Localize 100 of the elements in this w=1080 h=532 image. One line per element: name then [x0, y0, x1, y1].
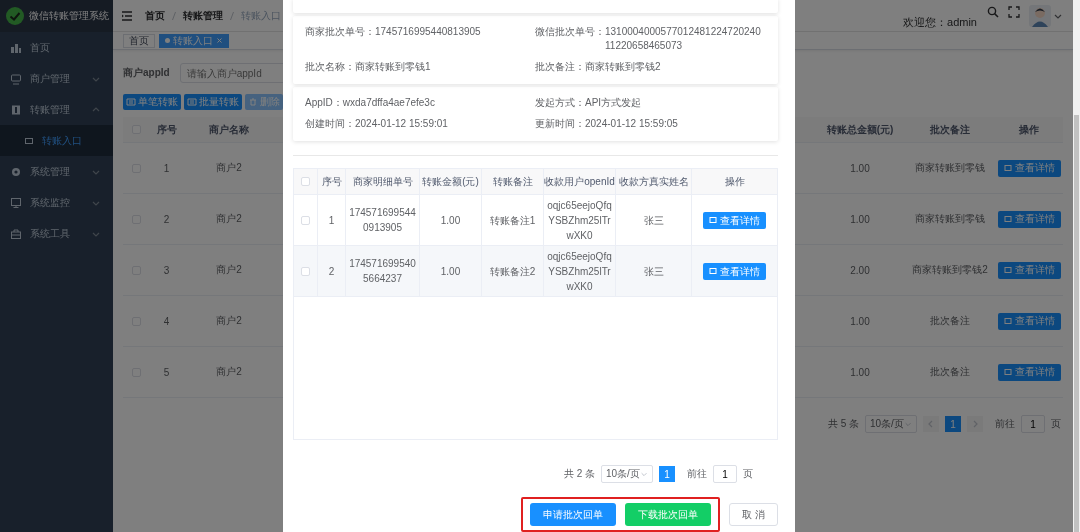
page-button[interactable]: 1 — [659, 466, 675, 482]
checkbox[interactable] — [301, 177, 310, 186]
separator-icon — [229, 10, 235, 21]
table-cell: 商户2 — [216, 365, 242, 379]
trash-icon — [248, 97, 258, 107]
field-label: 微信批次单号： — [535, 25, 605, 39]
table-cell: 商户2 — [216, 263, 242, 277]
field-label: 批次备注： — [535, 60, 585, 74]
table-cell: 商户2 — [216, 161, 242, 175]
page-button[interactable]: 1 — [945, 416, 961, 432]
document-icon — [1003, 368, 1012, 376]
page-input[interactable]: 1 — [1021, 415, 1045, 433]
gear-icon — [10, 165, 22, 178]
toolbar-button[interactable]: 单笔转账 — [123, 94, 181, 110]
scrollbar[interactable] — [1073, 0, 1080, 532]
field-label: AppID： — [305, 96, 343, 110]
window-icon — [24, 135, 34, 146]
page-input[interactable]: 1 — [713, 465, 737, 483]
field-value: 2024-01-12 15:59:05 — [585, 117, 678, 131]
view-details-button[interactable]: 查看详情 — [997, 159, 1061, 177]
field-label: 批次名称： — [305, 60, 355, 74]
document-icon — [187, 97, 197, 107]
table-cell: 商户2 — [216, 314, 242, 328]
submenu-item[interactable]: 转账入口 — [0, 125, 113, 156]
breadcrumb-item[interactable]: 转账管理 — [183, 8, 223, 23]
menu-item[interactable]: 首页 — [0, 32, 113, 63]
document-icon — [709, 216, 717, 224]
table-cell-text: 1.00 — [440, 264, 461, 279]
previous-page-button[interactable] — [923, 416, 939, 432]
table-cell-text: 1745716995405664237 — [349, 257, 416, 286]
toolbar-button[interactable]: 批量转账 — [184, 94, 242, 110]
document-icon — [709, 267, 717, 275]
separator-icon — [171, 10, 177, 21]
field-label: 商家批次单号： — [305, 25, 375, 39]
field-value: 2024-01-12 15:59:01 — [355, 117, 448, 131]
table-cell-text: oqjc65eejoQfqYSBZhm25lTrwXK0 — [547, 249, 612, 294]
monitor-icon — [10, 72, 22, 85]
column-header: 商家明细单号 — [352, 175, 413, 189]
table-cell-text: 转账备注1 — [489, 213, 536, 228]
footer-button[interactable]: 申请批次回单 — [530, 503, 617, 526]
column-header: 收款方真实姓名 — [618, 175, 689, 189]
document-icon — [1003, 215, 1012, 223]
table-cell-text: oqjc65eejoQfqYSBZhm25lTrwXK0 — [547, 198, 612, 243]
view-details-button[interactable]: 查看详情 — [997, 261, 1061, 279]
fullscreen-icon[interactable] — [1008, 5, 1020, 18]
column-header: 序号 — [321, 175, 342, 189]
table-cell: 商家转账到零钱 — [915, 161, 985, 175]
goto-label: 前往 — [995, 417, 1015, 431]
field-value: 商家转账到零钱2 — [585, 60, 661, 74]
view-details-button[interactable]: 查看详情 — [703, 262, 766, 280]
tab[interactable]: 转账入口 — [159, 33, 229, 48]
table-cell-text: 转账备注2 — [489, 264, 536, 279]
view-details-button[interactable]: 查看详情 — [703, 211, 766, 229]
table-cell: 批次备注 — [930, 365, 970, 379]
table-cell: 1.00 — [850, 162, 870, 174]
table-cell-text: 1745716995440913905 — [349, 206, 416, 235]
checkbox[interactable] — [301, 266, 310, 276]
column-header: 序号 — [156, 122, 177, 137]
view-details-button[interactable]: 查看详情 — [997, 363, 1061, 381]
table-cell: 批次备注 — [930, 314, 970, 328]
field-value: 1745716995440813905 — [375, 25, 481, 39]
tab[interactable]: 首页 — [123, 33, 155, 48]
table-cell: 2 — [163, 213, 170, 225]
table-cell: 商户2 — [216, 212, 242, 226]
breadcrumb-item[interactable]: 首页 — [145, 8, 165, 23]
column-header: 商户名称 — [209, 122, 249, 137]
close-icon — [216, 37, 223, 44]
menu-icon[interactable] — [121, 9, 133, 22]
total-count: 共 2 条 — [563, 467, 595, 481]
goto-label: 前往 — [687, 467, 707, 481]
column-header: 转账总金额(元) — [826, 122, 894, 137]
field-label: 创建时间： — [305, 117, 355, 131]
table-cell-text: 2 — [328, 264, 335, 279]
document-icon — [1003, 266, 1012, 274]
total-count: 共 5 条 — [827, 417, 859, 431]
table-cell: 1.00 — [850, 213, 870, 225]
scrollbar-thumb[interactable] — [1074, 115, 1079, 532]
footer-button[interactable]: 下载批次回单 — [625, 503, 712, 526]
field-value: 131000400057701248122472024011220658465073 — [605, 25, 762, 53]
app-title: 微信转账管理系统 — [29, 9, 109, 23]
checkbox[interactable] — [301, 215, 310, 225]
page-suffix: 页 — [1051, 417, 1061, 431]
page-size-select[interactable]: 10条/页 — [601, 465, 653, 483]
table-cell-text: 1 — [328, 213, 335, 228]
table-cell: 1.00 — [850, 366, 870, 378]
table-cell-text: 张三 — [643, 264, 664, 279]
footer-button[interactable]: 取 消 — [729, 503, 778, 526]
document-icon — [1003, 164, 1012, 172]
table-cell-text: 1.00 — [440, 213, 461, 228]
page-size-select[interactable]: 10条/页 — [865, 415, 917, 433]
view-details-button[interactable]: 查看详情 — [997, 210, 1061, 228]
field-value: API方式发起 — [585, 96, 642, 110]
avatar-icon[interactable] — [1029, 4, 1051, 27]
table-cell: 商家转账到零钱 — [915, 212, 985, 226]
view-details-button[interactable]: 查看详情 — [997, 312, 1061, 330]
monitor-icon — [10, 196, 22, 209]
column-header: 转账备注 — [492, 175, 533, 189]
dashboard-icon — [10, 41, 22, 54]
search-icon[interactable] — [987, 5, 999, 18]
next-page-button[interactable] — [967, 416, 983, 432]
